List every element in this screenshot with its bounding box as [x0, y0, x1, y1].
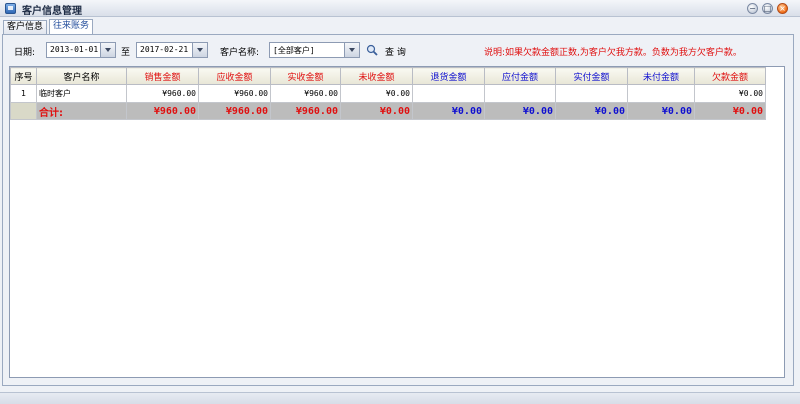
total-payable: ¥0.00	[484, 102, 556, 120]
window-title: 客户信息管理	[22, 6, 82, 17]
total-unpaid: ¥0.00	[627, 102, 695, 120]
customer-label: 客户名称:	[220, 48, 260, 58]
close-icon: ×	[779, 4, 786, 13]
total-paid: ¥0.00	[555, 102, 628, 120]
date-from-picker[interactable]: 2013-01-01	[46, 42, 116, 58]
cell-receivable: ¥960.00	[198, 84, 271, 103]
col-header-sales[interactable]: 销售金额	[126, 67, 199, 85]
total-row: 合计: ¥960.00 ¥960.00 ¥960.00 ¥0.00 ¥0.00 …	[10, 102, 766, 120]
total-label: 合计:	[36, 102, 127, 120]
col-header-received[interactable]: 实收金额	[270, 67, 341, 85]
customer-select[interactable]: [全部客户]	[269, 42, 360, 58]
cell-paid	[555, 84, 628, 103]
minimize-icon: −	[749, 4, 756, 13]
total-arrears: ¥0.00	[694, 102, 766, 120]
maximize-button[interactable]: □	[762, 3, 773, 14]
cell-customer: 临时客户	[36, 84, 127, 103]
chevron-down-icon[interactable]	[100, 43, 115, 57]
minimize-button[interactable]: −	[747, 3, 758, 14]
maximize-icon: □	[763, 4, 772, 13]
app-icon	[5, 3, 16, 14]
col-header-arrears[interactable]: 欠款金额	[694, 67, 766, 85]
total-returns: ¥0.00	[412, 102, 485, 120]
search-icon[interactable]	[366, 44, 378, 56]
date-to-picker[interactable]: 2017-02-21	[136, 42, 208, 58]
cell-returns	[412, 84, 485, 103]
date-from-value: 2013-01-01	[50, 45, 99, 54]
close-button[interactable]: ×	[777, 3, 788, 14]
col-header-customer[interactable]: 客户名称	[36, 67, 127, 85]
search-button[interactable]: 查 询	[385, 45, 406, 58]
cell-unreceived: ¥0.00	[340, 84, 413, 103]
total-cell-index	[10, 102, 37, 120]
cell-arrears: ¥0.00	[694, 84, 766, 103]
col-header-index[interactable]: 序号	[10, 67, 37, 85]
col-header-unpaid[interactable]: 未付金额	[627, 67, 695, 85]
accounts-grid[interactable]: 序号 客户名称 销售金额 应收金额 实收金额 未收金额 退货金额 应付金额 实付…	[9, 66, 785, 378]
tab-customer-info[interactable]: 客户信息	[3, 20, 48, 35]
title-bar: 客户信息管理 − □ ×	[0, 0, 800, 17]
balance-note: 说明:如果欠款金额正数,为客户欠我方款。负数为我方欠客户款。	[484, 48, 742, 58]
chevron-down-icon[interactable]	[192, 43, 207, 57]
status-bar	[0, 392, 800, 404]
accounts-table: 序号 客户名称 销售金额 应收金额 实收金额 未收金额 退货金额 应付金额 实付…	[10, 67, 766, 120]
cell-payable	[484, 84, 556, 103]
cell-index: 1	[10, 84, 37, 103]
date-label: 日期:	[14, 48, 36, 58]
table-row[interactable]: 1 临时客户 ¥960.00 ¥960.00 ¥960.00 ¥0.00 ¥0.…	[10, 84, 766, 103]
customer-select-value: [全部客户]	[273, 46, 315, 55]
cell-sales: ¥960.00	[126, 84, 199, 103]
col-header-receivable[interactable]: 应收金额	[198, 67, 271, 85]
total-unreceived: ¥0.00	[340, 102, 413, 120]
total-received: ¥960.00	[270, 102, 341, 120]
col-header-unreceived[interactable]: 未收金额	[340, 67, 413, 85]
col-header-payable[interactable]: 应付金额	[484, 67, 556, 85]
date-to-value: 2017-02-21	[140, 45, 189, 54]
table-header-row: 序号 客户名称 销售金额 应收金额 实收金额 未收金额 退货金额 应付金额 实付…	[10, 67, 766, 85]
cell-unpaid	[627, 84, 695, 103]
col-header-returns[interactable]: 退货金额	[412, 67, 485, 85]
total-receivable: ¥960.00	[198, 102, 271, 120]
total-sales: ¥960.00	[126, 102, 199, 120]
col-header-paid[interactable]: 实付金额	[555, 67, 628, 85]
cell-received: ¥960.00	[270, 84, 341, 103]
to-label: 至	[121, 48, 131, 58]
chevron-down-icon[interactable]	[344, 43, 359, 57]
